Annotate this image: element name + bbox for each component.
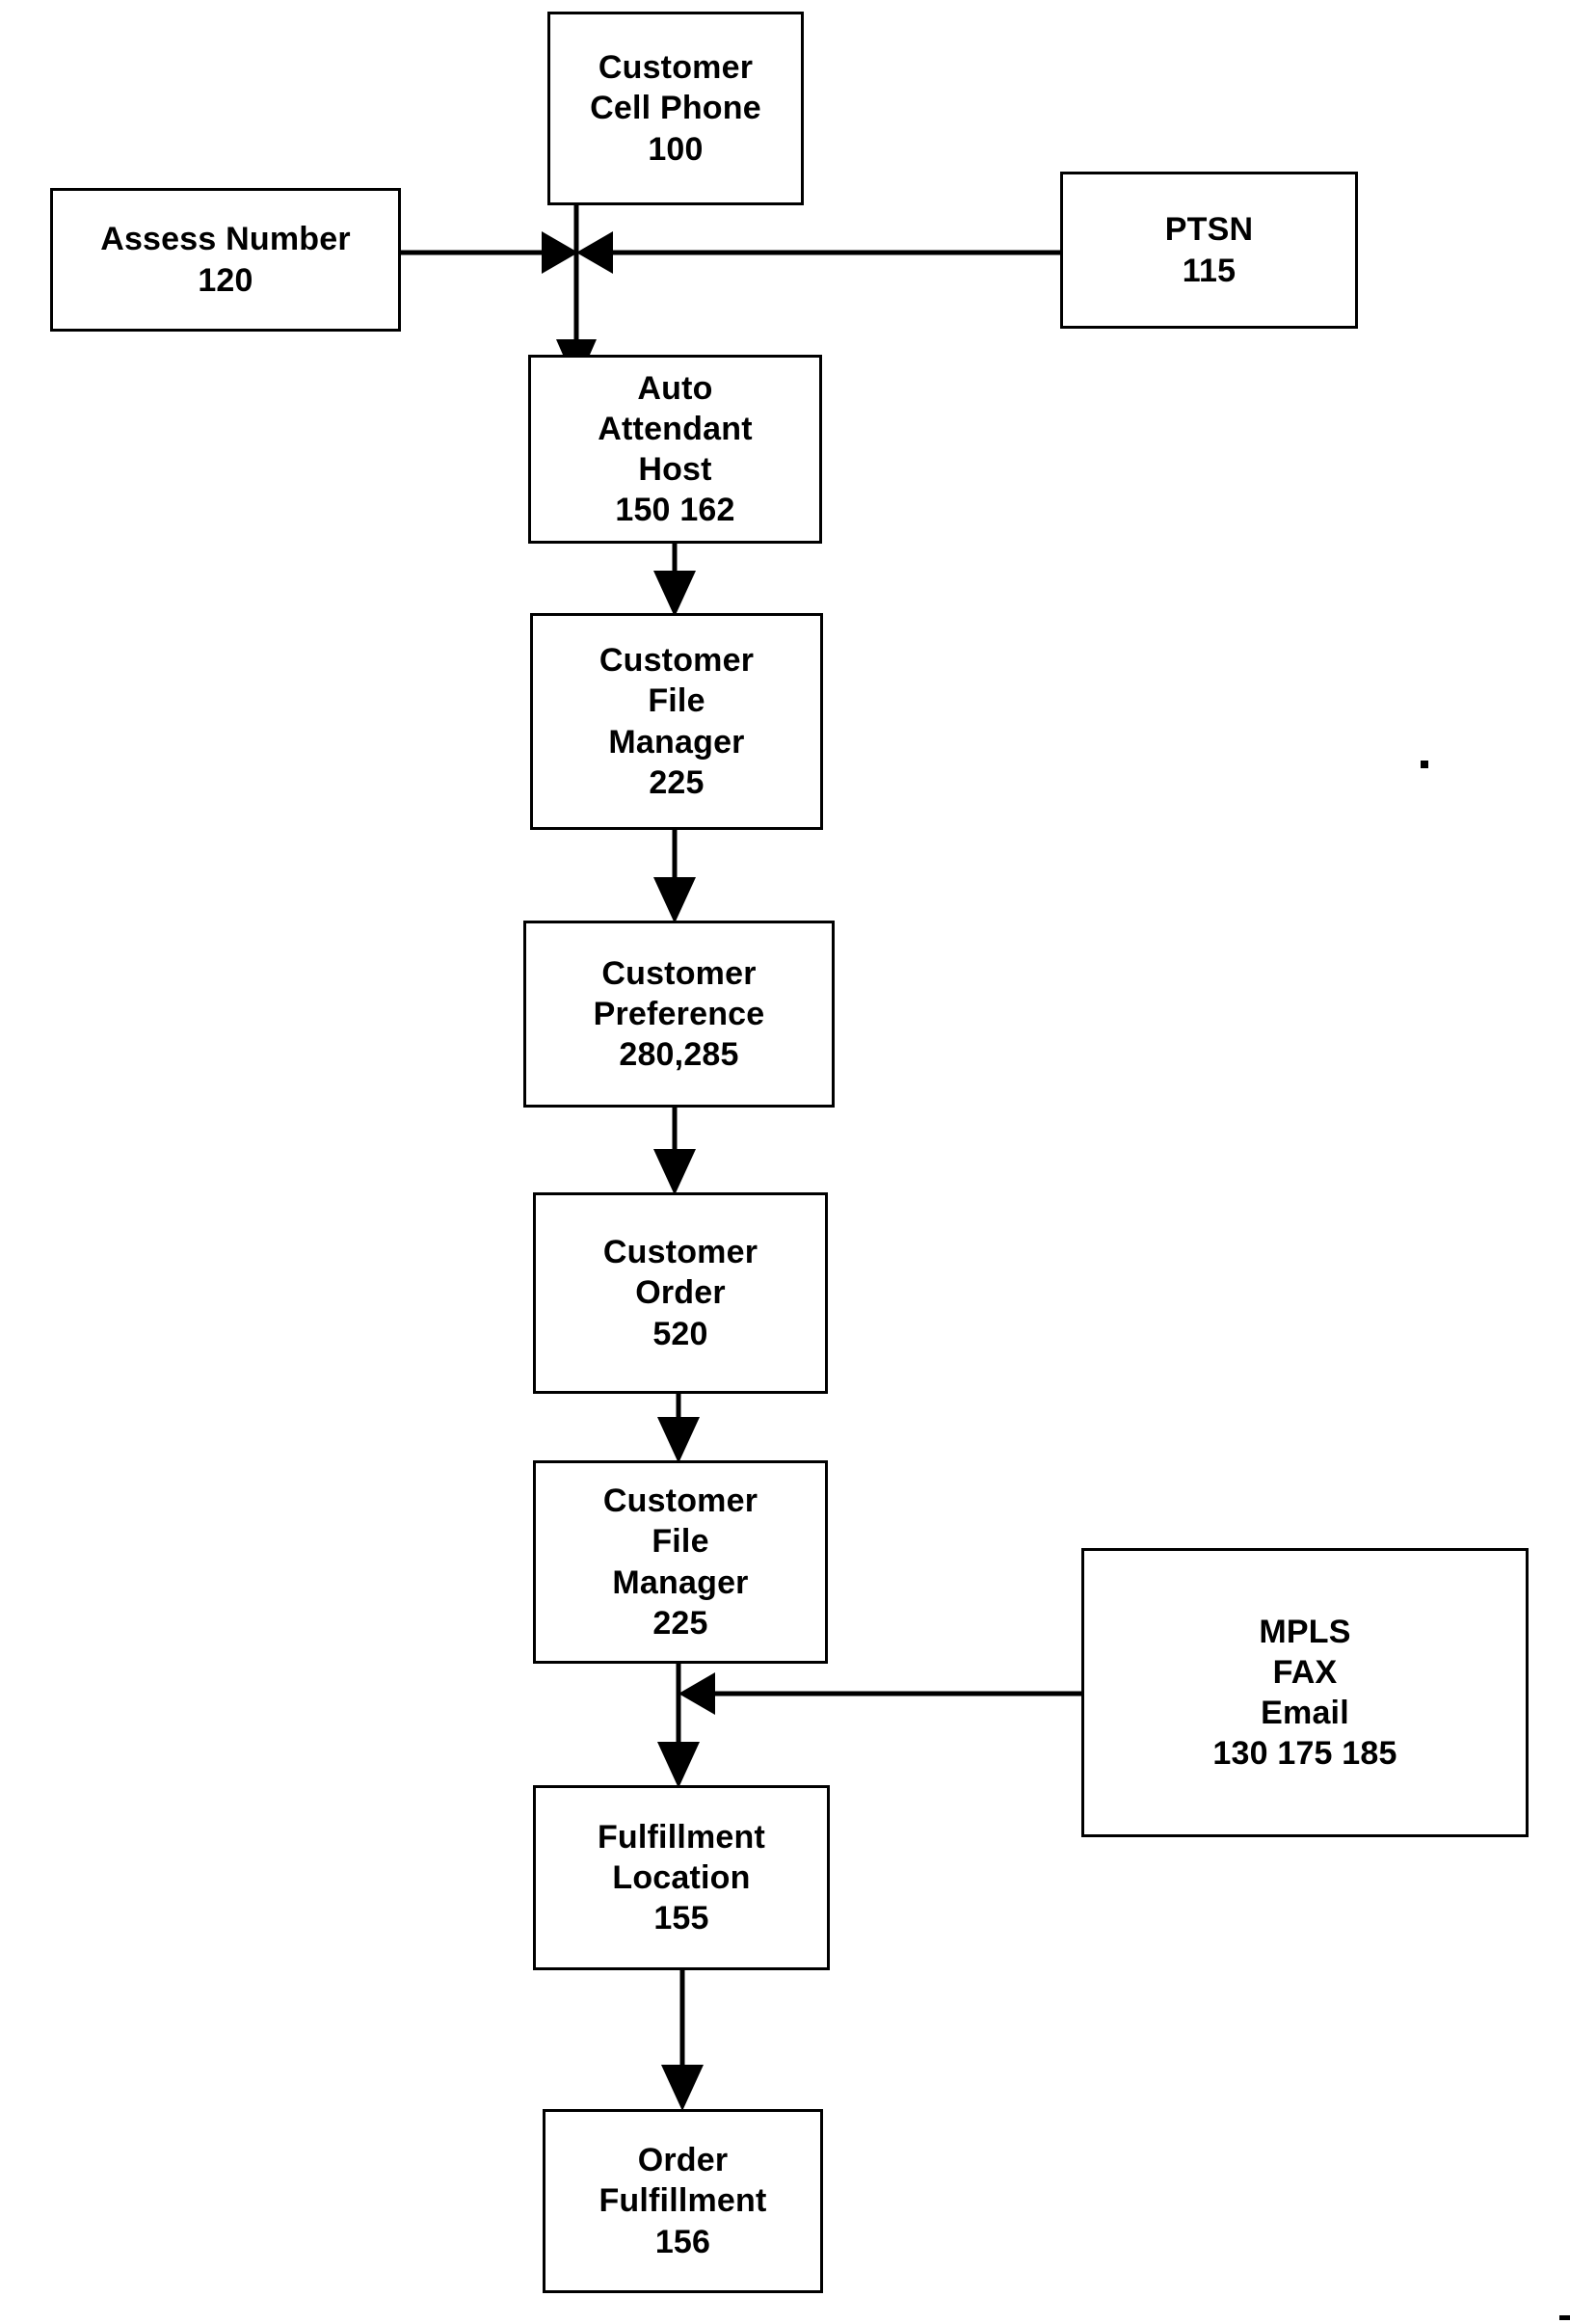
node-label-line: Customer: [598, 642, 755, 680]
figure-canvas: Customer Cell Phone 100 Assess Number 120 PTS…: [0, 0, 1596, 2324]
assess-number-box: Assess Number 120: [50, 188, 401, 332]
node-label-line: File: [648, 682, 705, 720]
scan-speck-right: [1421, 761, 1428, 768]
order-to-file-manager-connector: [657, 1394, 700, 1463]
node-label-line: 225: [652, 1604, 708, 1642]
assess-number-to-junction-connector: [401, 231, 578, 274]
node-label-line: 156: [654, 2223, 711, 2260]
node-label-line: File: [652, 1523, 709, 1561]
node-label-line: 115: [1182, 252, 1237, 289]
order-fulfillment-box: Order Fulfillment 156: [543, 2109, 823, 2293]
node-label-line: Auto: [637, 369, 713, 407]
customer-preference-box: Customer Preference 280,285: [523, 921, 835, 1108]
node-label-line: Customer: [601, 954, 757, 992]
node-label-line: MPLS: [1259, 1613, 1351, 1650]
node-label-line: 280,285: [619, 1036, 739, 1074]
node-label-line: Manager: [612, 1563, 749, 1601]
node-label-line: Assess Number: [100, 221, 351, 258]
node-label-line: Location: [612, 1858, 751, 1896]
customer-file-manager-box-upper: Customer File Manager 225: [530, 613, 823, 830]
node-label-line: Customer: [602, 1483, 758, 1520]
file-manager-to-preference-connector: [653, 830, 696, 923]
node-label-line: Cell Phone: [590, 90, 761, 127]
mpls-to-trunk-connector: [678, 1672, 1081, 1715]
node-label-line: 100: [648, 130, 704, 168]
node-label-line: Fulfillment: [598, 2182, 767, 2220]
fulfillment-location-box: Fulfillment Location 155: [533, 1785, 830, 1970]
node-label-line: Email: [1261, 1695, 1349, 1731]
node-label-line: FAX: [1272, 1653, 1338, 1691]
node-label-line: Fulfillment: [597, 1818, 766, 1856]
customer-cell-phone-box: Customer Cell Phone 100: [547, 12, 804, 205]
node-label-line: Manager: [608, 723, 745, 761]
node-label-line: Preference: [593, 995, 765, 1032]
node-label-line: 120: [198, 261, 253, 299]
node-label-line: Attendant: [598, 410, 753, 447]
node-label-line: PTSN: [1164, 211, 1254, 249]
file-manager-to-fulfillment-location-connector: [657, 1664, 700, 1788]
customer-file-manager-box-lower: Customer File Manager 225: [533, 1460, 828, 1664]
preference-to-order-connector: [653, 1108, 696, 1195]
mpls-fax-email-box: MPLS FAX Email 130 175 185: [1081, 1548, 1529, 1837]
node-label-line: 130 175 185: [1212, 1735, 1397, 1773]
node-label-line: 150 162: [615, 492, 735, 529]
customer-order-box: Customer Order 520: [533, 1192, 828, 1394]
node-label-line: 225: [649, 763, 705, 801]
connector-layer: [401, 205, 1081, 2111]
auto-attendant-to-file-manager-connector: [653, 544, 696, 617]
node-label-line: 520: [652, 1315, 708, 1352]
node-label-line: Customer: [598, 49, 754, 87]
node-label-line: Host: [638, 451, 712, 488]
auto-attendant-host-box: Auto Attendant Host 150 162: [528, 355, 822, 544]
node-label-line: Order: [635, 1274, 726, 1312]
node-label-line: 155: [653, 1900, 709, 1937]
node-label-line: Order: [637, 2142, 729, 2179]
ptsn-box: PTSN 115: [1060, 172, 1358, 329]
scan-speck-bottom-right: [1559, 2315, 1570, 2320]
node-label-line: Customer: [602, 1234, 758, 1271]
ptsn-to-junction-connector: [576, 231, 1060, 274]
fulfillment-location-to-order-fulfillment-connector: [661, 1970, 704, 2111]
